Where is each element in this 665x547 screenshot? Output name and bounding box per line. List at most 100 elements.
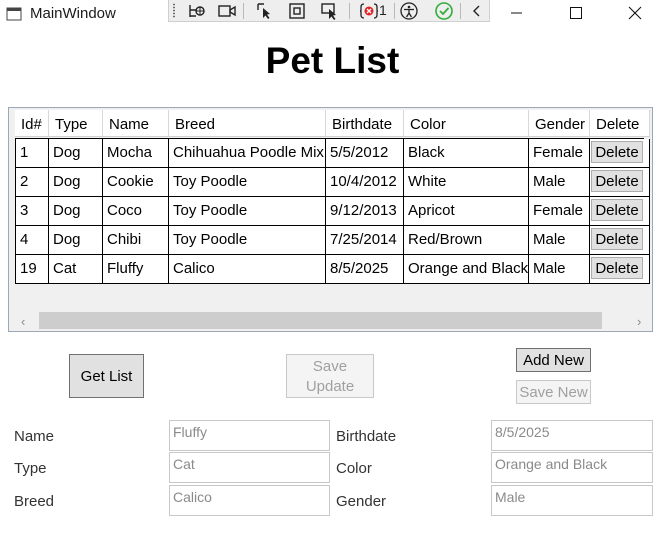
app-icon [6, 7, 22, 21]
grid-header-row: Id# Type Name Breed Birthdate Color Gend… [15, 110, 650, 137]
save-update-button[interactable]: Save Update [286, 354, 374, 398]
close-button[interactable] [612, 0, 658, 28]
toolbar-grip[interactable] [172, 3, 176, 18]
table-row[interactable]: 19 Cat Fluffy Calico 8/5/2025 Orange and… [15, 255, 650, 284]
table-row[interactable]: 2 Dog Cookie Toy Poodle 10/4/2012 White … [15, 168, 650, 197]
page-title: Pet List [265, 40, 400, 81]
cell-type: Dog [49, 197, 103, 225]
column-header-name[interactable]: Name [103, 110, 169, 136]
cell-birthdate: 10/4/2012 [326, 168, 404, 196]
cell-birthdate: 7/25/2014 [326, 226, 404, 254]
cell-id: 1 [15, 139, 49, 167]
delete-button[interactable]: Delete [591, 141, 643, 163]
cell-breed: Toy Poodle [169, 168, 326, 196]
column-header-type[interactable]: Type [49, 110, 103, 136]
column-header-breed[interactable]: Breed [169, 110, 326, 136]
birthdate-field[interactable]: 8/5/2025 [491, 420, 653, 451]
cell-color: Red/Brown [404, 226, 529, 254]
cell-gender: Male [529, 226, 590, 254]
name-label: Name [14, 428, 55, 445]
gender-label: Gender [336, 493, 387, 510]
table-row[interactable]: 3 Dog Coco Toy Poodle 9/12/2013 Apricot … [15, 197, 650, 226]
select-element-icon[interactable] [255, 2, 275, 20]
cell-name: Cookie [103, 168, 169, 196]
save-new-button[interactable]: Save New [516, 380, 591, 404]
scroll-right-arrow-icon[interactable]: › [637, 314, 641, 329]
toolbar-separator [460, 3, 461, 19]
type-label: Type [14, 460, 47, 477]
cell-gender: Female [529, 197, 590, 225]
cell-type: Dog [49, 226, 103, 254]
cell-name: Mocha [103, 139, 169, 167]
cell-name: Fluffy [103, 255, 169, 283]
column-header-id[interactable]: Id# [15, 110, 49, 136]
scrollbar-thumb[interactable] [39, 312, 602, 329]
name-field[interactable]: Fluffy [169, 420, 330, 451]
video-camera-icon[interactable] [217, 2, 237, 20]
maximize-button[interactable] [553, 0, 599, 28]
debug-toolbar: 1 [168, 0, 490, 22]
column-header-gender[interactable]: Gender [529, 110, 590, 136]
cell-name: Coco [103, 197, 169, 225]
accessibility-icon[interactable] [399, 2, 419, 20]
type-field[interactable]: Cat [169, 452, 330, 483]
cell-breed: Chihuahua Poodle Mix [169, 139, 326, 167]
cell-color: White [404, 168, 529, 196]
cell-birthdate: 5/5/2012 [326, 139, 404, 167]
gender-field[interactable]: Male [491, 485, 653, 516]
cell-delete: Delete [590, 139, 650, 167]
delete-button[interactable]: Delete [591, 228, 643, 250]
display-layout-adorners-icon[interactable] [287, 2, 307, 20]
table-row[interactable]: 1 Dog Mocha Chihuahua Poodle Mix 5/5/201… [15, 139, 650, 168]
cell-color: Black [404, 139, 529, 167]
breed-field[interactable]: Calico [169, 485, 330, 516]
cell-color: Orange and Black [404, 255, 529, 283]
cell-color: Apricot [404, 197, 529, 225]
cell-type: Cat [49, 255, 103, 283]
breed-label: Breed [14, 493, 55, 510]
cell-id: 2 [15, 168, 49, 196]
minimize-button[interactable] [493, 0, 539, 28]
color-label: Color [336, 460, 372, 477]
title-bar: MainWindow 1 [0, 0, 665, 30]
cell-breed: Toy Poodle [169, 197, 326, 225]
table-row[interactable]: 4 Dog Chibi Toy Poodle 7/25/2014 Red/Bro… [15, 226, 650, 255]
cell-breed: Toy Poodle [169, 226, 326, 254]
cell-delete: Delete [590, 226, 650, 254]
toolbar-separator [349, 3, 350, 19]
get-list-button[interactable]: Get List [69, 354, 144, 398]
column-header-delete[interactable]: Delete [590, 110, 650, 136]
cell-delete: Delete [590, 197, 650, 225]
cell-birthdate: 8/5/2025 [326, 255, 404, 283]
delete-button[interactable]: Delete [591, 170, 643, 192]
scroll-left-arrow-icon[interactable]: ‹ [21, 314, 25, 329]
cell-type: Dog [49, 139, 103, 167]
cell-gender: Female [529, 139, 590, 167]
cell-breed: Calico [169, 255, 326, 283]
column-header-birthdate[interactable]: Birthdate [326, 110, 404, 136]
add-new-button[interactable]: Add New [516, 348, 591, 372]
track-focused-element-icon[interactable] [319, 2, 339, 20]
column-header-color[interactable]: Color [404, 110, 529, 136]
color-field[interactable]: Orange and Black [491, 452, 653, 483]
birthdate-label: Birthdate [336, 428, 397, 445]
cell-birthdate: 9/12/2013 [326, 197, 404, 225]
live-visual-tree-icon[interactable] [187, 2, 207, 20]
checkmark-icon[interactable] [434, 2, 454, 20]
cell-gender: Male [529, 255, 590, 283]
cell-delete: Delete [590, 168, 650, 196]
horizontal-scrollbar[interactable]: ‹ › [9, 310, 652, 331]
cell-id: 19 [15, 255, 49, 283]
pet-data-grid[interactable]: Id# Type Name Breed Birthdate Color Gend… [8, 107, 653, 332]
delete-button[interactable]: Delete [591, 257, 643, 279]
toolbar-separator [394, 3, 395, 19]
binding-errors-count: 1 [379, 2, 387, 18]
delete-button[interactable]: Delete [591, 199, 643, 221]
cell-delete: Delete [590, 255, 650, 283]
cell-gender: Male [529, 168, 590, 196]
binding-errors-icon[interactable] [359, 2, 379, 20]
cell-id: 3 [15, 197, 49, 225]
collapse-toolbar-chevron-icon[interactable] [467, 2, 487, 20]
cell-name: Chibi [103, 226, 169, 254]
cell-type: Dog [49, 168, 103, 196]
